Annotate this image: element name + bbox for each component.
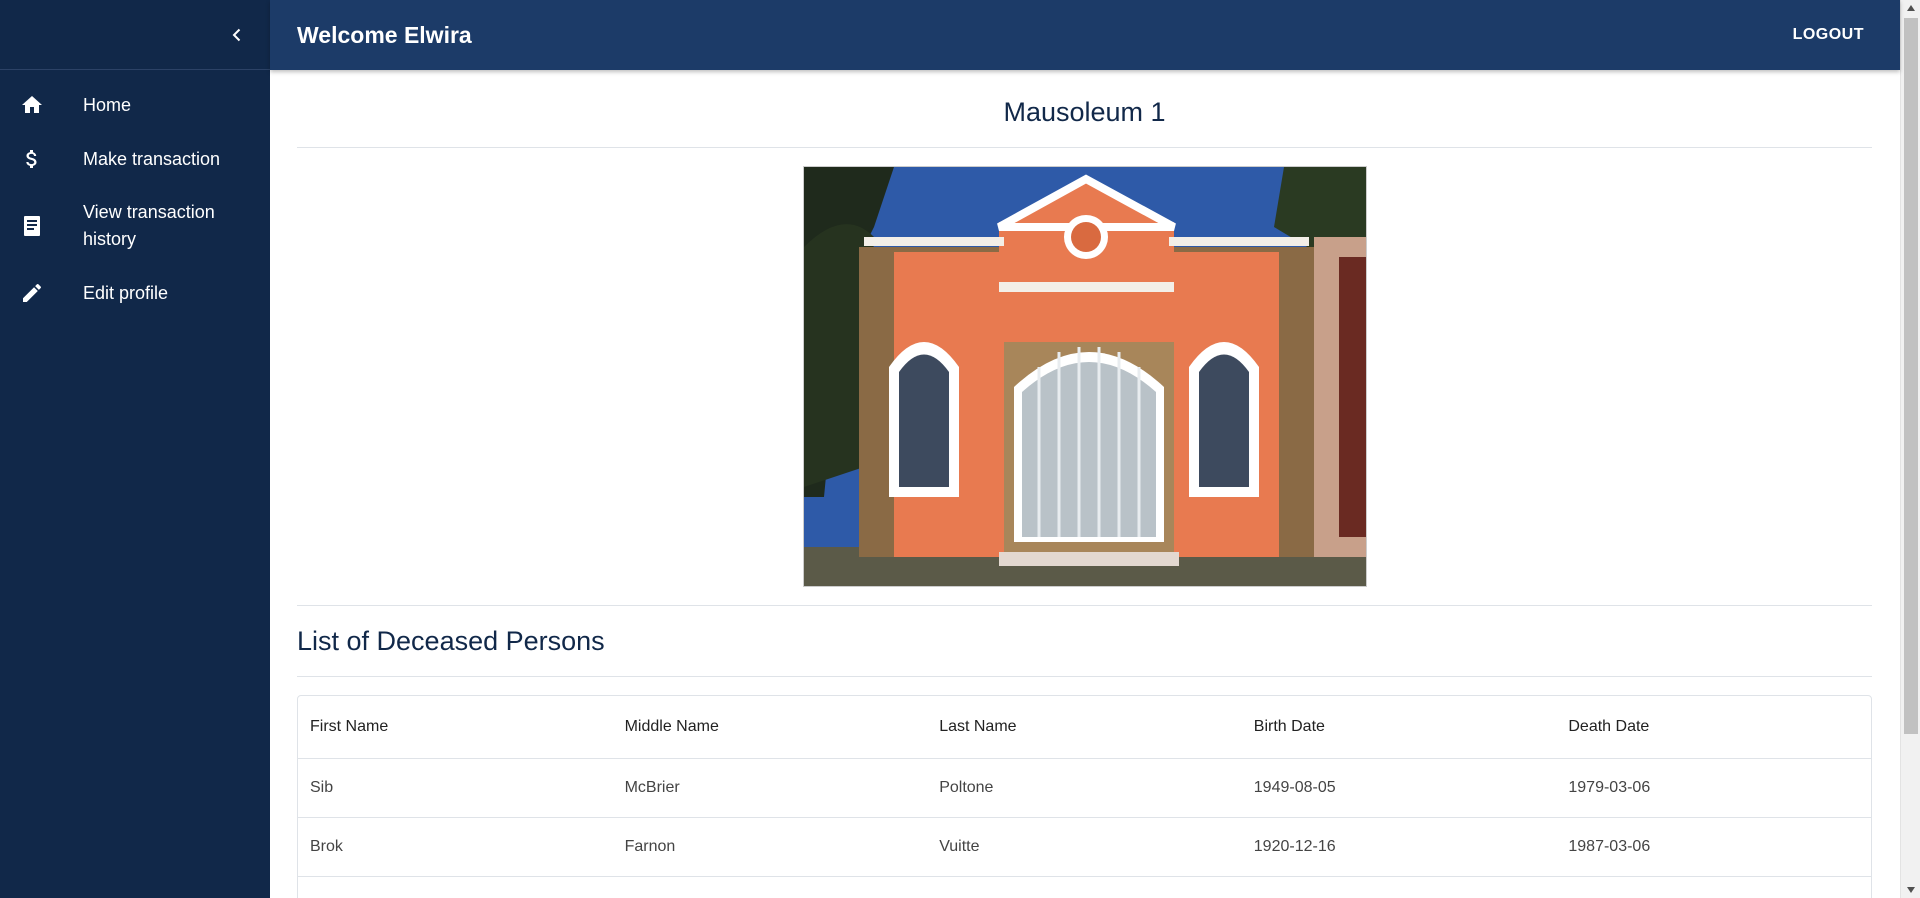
mausoleum-photo xyxy=(802,166,1367,587)
table-cell: McBrier xyxy=(624,779,680,796)
sidebar-nav: Home Make transaction View transaction h… xyxy=(0,70,270,320)
main-content: Mausoleum 1 List of Deceased Persons Fir… xyxy=(297,70,1872,898)
table-cell: 1987-03-06 xyxy=(1568,838,1651,855)
table-cell: Brok xyxy=(310,838,343,855)
table-row[interactable] xyxy=(298,877,1871,898)
table-row[interactable]: Brok Farnon Vuitte 1920-12-16 1987-03-06 xyxy=(298,818,1871,877)
column-header[interactable]: Last Name xyxy=(927,696,1242,758)
collapse-sidebar-button[interactable] xyxy=(220,18,254,52)
sidebar-item-label: Home xyxy=(83,94,132,115)
sidebar-header xyxy=(0,0,270,70)
sidebar-item-view-transaction-history[interactable]: View transaction history xyxy=(0,186,270,266)
sidebar: Home Make transaction View transaction h… xyxy=(0,0,270,898)
vertical-scrollbar[interactable] xyxy=(1900,0,1920,898)
sidebar-item-label: Make transaction xyxy=(83,148,221,169)
column-header[interactable]: Death Date xyxy=(1556,696,1871,758)
home-icon xyxy=(20,93,44,117)
sidebar-item-edit-profile[interactable]: Edit profile xyxy=(0,266,270,320)
top-app-bar: Welcome Elwira LOGOUT xyxy=(270,0,1900,70)
dollar-icon xyxy=(20,147,44,171)
deceased-table: First Name Middle Name Last Name Birth D… xyxy=(297,695,1872,898)
table-row[interactable]: Sib McBrier Poltone 1949-08-05 1979-03-0… xyxy=(298,759,1871,818)
table-cell: 1920-12-16 xyxy=(1253,838,1336,855)
sidebar-item-label: View transaction history xyxy=(83,202,215,249)
scroll-down-icon[interactable] xyxy=(1901,882,1920,898)
column-header[interactable]: First Name xyxy=(298,696,613,758)
table-cell: 1949-08-05 xyxy=(1253,779,1336,796)
table-cell: Poltone xyxy=(939,779,994,796)
sidebar-item-label: Edit profile xyxy=(83,282,169,303)
photo-section xyxy=(297,148,1872,606)
table-header-row: First Name Middle Name Last Name Birth D… xyxy=(298,696,1871,759)
column-header[interactable]: Birth Date xyxy=(1242,696,1557,758)
table-cell: Vuitte xyxy=(939,838,980,855)
chevron-left-icon xyxy=(232,28,241,42)
deceased-list-title: List of Deceased Persons xyxy=(297,606,1872,677)
sidebar-item-make-transaction[interactable]: Make transaction xyxy=(0,132,270,186)
receipt-icon xyxy=(20,214,44,238)
table-cell: 1979-03-06 xyxy=(1568,779,1651,796)
scroll-up-icon[interactable] xyxy=(1901,0,1920,16)
pencil-icon xyxy=(20,281,44,305)
table-cell: Sib xyxy=(310,779,334,796)
page-title: Mausoleum 1 xyxy=(297,70,1872,148)
table-cell: Farnon xyxy=(624,838,676,855)
sidebar-item-home[interactable]: Home xyxy=(0,78,270,132)
welcome-title: Welcome Elwira xyxy=(297,21,472,48)
logout-button[interactable]: LOGOUT xyxy=(1793,26,1864,44)
scrollbar-thumb[interactable] xyxy=(1904,18,1918,734)
column-header[interactable]: Middle Name xyxy=(613,696,928,758)
